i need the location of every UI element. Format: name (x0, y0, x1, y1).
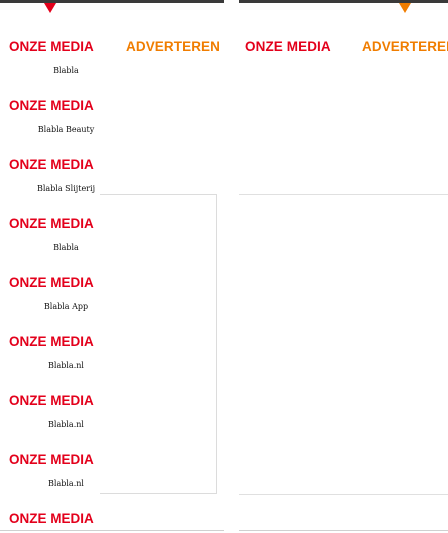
media-list-item[interactable]: ONZE MEDIA Blabla (0, 217, 100, 276)
divider (239, 530, 448, 531)
media-item-label: Blabla Slijterij (36, 184, 96, 193)
media-list-item[interactable]: ONZE MEDIA Blabla (0, 40, 100, 99)
media-item-title: ONZE MEDIA (9, 511, 94, 526)
top-bar-left (0, 0, 224, 3)
tab-onze-media[interactable]: ONZE MEDIA (245, 40, 331, 54)
media-list-item[interactable]: ONZE MEDIA Blabla Beauty (0, 99, 100, 158)
divider (0, 530, 224, 531)
media-item-title: ONZE MEDIA (9, 98, 94, 113)
media-list-item[interactable]: ONZE MEDIA Blabla Slijterij (0, 158, 100, 217)
media-item-title: ONZE MEDIA (9, 393, 94, 408)
tab-adverteren[interactable]: ADVERTEREN (362, 40, 448, 54)
media-item-title: ONZE MEDIA (9, 452, 94, 467)
media-item-label: Blabla.nl (48, 479, 84, 488)
media-item-title: ONZE MEDIA (9, 157, 94, 172)
media-list-item[interactable]: ONZE MEDIA Blabla.nl (0, 453, 100, 512)
media-item-label: Blabla.nl (48, 361, 84, 370)
media-item-title: ONZE MEDIA (9, 39, 94, 54)
top-bar-right (239, 0, 448, 3)
media-item-label: Blabla Beauty (37, 125, 95, 134)
divider (239, 494, 448, 495)
media-list-item[interactable]: ONZE MEDIA (0, 512, 100, 530)
triangle-down-icon (44, 3, 56, 13)
media-item-title: ONZE MEDIA (9, 275, 94, 290)
media-item-label: Blabla.nl (48, 420, 84, 429)
media-list-item[interactable]: ONZE MEDIA Blabla.nl (0, 394, 100, 453)
media-item-label: Blabla (53, 66, 79, 75)
media-item-title: ONZE MEDIA (9, 334, 94, 349)
media-item-title: ONZE MEDIA (9, 216, 94, 231)
triangle-down-icon (399, 3, 411, 13)
divider (239, 194, 448, 195)
media-list-item[interactable]: ONZE MEDIA Blabla App (0, 276, 100, 335)
media-item-label: Blabla (53, 243, 79, 252)
tab-adverteren[interactable]: ADVERTEREN (126, 40, 220, 54)
media-list-item[interactable]: ONZE MEDIA Blabla.nl (0, 335, 100, 394)
media-item-label: Blabla App (43, 302, 89, 311)
